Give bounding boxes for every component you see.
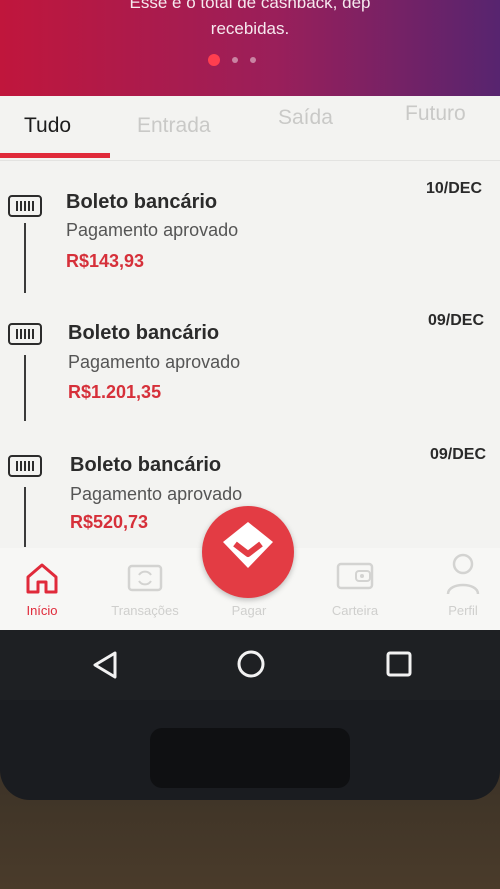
transaction-amount: R$143,93 (66, 251, 145, 271)
banner-line-1: Esse é o total de cashback, dep (129, 0, 371, 12)
profile-icon (446, 553, 480, 595)
transaction-title: Boleto bancário (66, 191, 218, 213)
phone-device: Esse é o total de cashback, dep recebida… (0, 0, 500, 800)
nav-label: Carteira (331, 603, 379, 618)
transaction-date: 09/DEC (428, 312, 485, 329)
back-icon[interactable] (91, 650, 119, 680)
home-circle-icon[interactable] (235, 648, 267, 680)
timeline-line (24, 487, 26, 547)
banner-text: Esse é o total de cashback, dep recebida… (0, 0, 500, 42)
tab-saida[interactable]: Saída (278, 106, 333, 130)
carousel-dot[interactable] (250, 57, 256, 63)
transaction-status: Pagamento aprovado (66, 220, 239, 240)
nav-label: Perfil (448, 603, 478, 618)
transaction-title: Boleto bancário (70, 454, 222, 476)
transaction-status: Pagamento aprovado (68, 352, 241, 372)
filter-tabs: Tudo Entrada Saída Futuro (0, 96, 500, 161)
carousel-dots (208, 54, 256, 66)
nav-transacoes[interactable]: Transações (95, 548, 195, 630)
carousel-dot-active[interactable] (208, 54, 220, 66)
timeline-line (24, 355, 26, 421)
pay-button[interactable] (202, 506, 294, 598)
transaction-status: Pagamento aprovado (70, 484, 243, 504)
tab-tudo[interactable]: Tudo (24, 114, 71, 138)
barcode-icon (8, 323, 42, 345)
cashback-banner: Esse é o total de cashback, dep recebida… (0, 0, 500, 96)
nav-inicio[interactable]: Início (0, 548, 92, 630)
nav-perfil[interactable]: Perfil (413, 548, 500, 630)
timeline-line (24, 223, 26, 293)
app-screen: Esse é o total de cashback, dep recebida… (0, 0, 500, 630)
nav-label: Início (26, 603, 58, 618)
nav-carteira[interactable]: Carteira (305, 548, 405, 630)
transaction-date: 09/DEC (430, 446, 487, 463)
transaction-title: Boleto bancário (68, 322, 220, 344)
phone-speaker-grille (150, 728, 350, 788)
transaction-amount: R$1.201,35 (68, 382, 162, 402)
recents-icon[interactable] (385, 650, 413, 678)
nav-label: Pagar (231, 603, 267, 618)
transaction-date: 10/DEC (426, 180, 483, 197)
heart-icon (223, 522, 273, 568)
banner-line-2: recebidas. (210, 19, 290, 38)
tab-entrada[interactable]: Entrada (137, 114, 211, 138)
android-navigation-bar (0, 630, 500, 700)
home-icon (26, 563, 58, 594)
transaction-amount: R$520,73 (70, 512, 149, 532)
carousel-dot[interactable] (232, 57, 238, 63)
wallet-icon (336, 562, 374, 590)
transaction-item[interactable]: Boleto bancário Pagamento aprovado R$1.2… (0, 297, 500, 427)
transactions-icon (127, 564, 163, 592)
barcode-icon (8, 195, 42, 217)
tab-futuro[interactable]: Futuro (405, 102, 466, 126)
barcode-icon (8, 455, 42, 477)
nav-label: Transações (111, 603, 179, 618)
active-tab-indicator (0, 153, 110, 158)
transaction-item[interactable]: Boleto bancário Pagamento aprovado R$143… (0, 165, 500, 295)
